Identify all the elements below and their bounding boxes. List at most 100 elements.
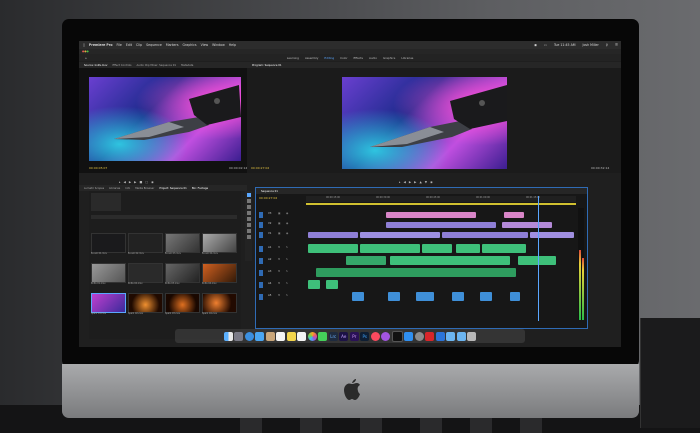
after-effects-icon[interactable]: Ae	[339, 331, 349, 341]
battery-icon[interactable]: ▭	[544, 43, 547, 47]
clip-thumbnail[interactable]	[128, 233, 163, 253]
eye-icon[interactable]: ◉	[286, 222, 288, 225]
step-forward-icon[interactable]: ▶	[134, 180, 136, 184]
tab-program[interactable]: Program: Sequence 01	[252, 64, 282, 67]
menu-markers[interactable]: Markers	[166, 43, 179, 47]
photoshop-icon[interactable]: Ps	[360, 331, 370, 341]
clip-thumbnail[interactable]	[165, 263, 200, 283]
tab-libraries[interactable]: Libraries	[109, 187, 120, 190]
track-select-tool-icon[interactable]	[246, 199, 251, 203]
audio-clip[interactable]	[456, 244, 480, 253]
eye-icon[interactable]: ◉	[286, 232, 288, 235]
export-frame-icon[interactable]: ◉	[430, 180, 433, 184]
clip-thumbnail[interactable]	[91, 233, 126, 253]
slip-tool-icon[interactable]	[246, 217, 251, 221]
workspace-learning[interactable]: Learning	[287, 56, 299, 60]
podcasts-icon[interactable]	[381, 331, 391, 341]
play-icon[interactable]: ▶	[129, 180, 131, 184]
audio-clip[interactable]	[308, 244, 358, 253]
audio-clip[interactable]	[360, 244, 420, 253]
video-clip[interactable]	[530, 232, 574, 238]
workspace-libraries[interactable]: Libraries	[401, 56, 413, 60]
tab-metadata[interactable]: Metadata	[181, 64, 193, 67]
menu-graphics[interactable]: Graphics	[183, 43, 197, 47]
step-back-icon[interactable]: ◀	[404, 180, 406, 184]
tab-effect-controls[interactable]: Effect Controls	[112, 64, 131, 67]
lightroom-classic-icon[interactable]: Lrc	[328, 331, 338, 341]
music-icon[interactable]	[370, 331, 380, 341]
menu-window[interactable]: Window	[212, 43, 225, 47]
video-clip[interactable]	[360, 232, 440, 238]
clip-thumbnail[interactable]	[128, 293, 163, 313]
clip-thumbnail[interactable]	[165, 233, 200, 253]
video-clip[interactable]	[502, 222, 552, 228]
insert-icon[interactable]: ■	[139, 180, 142, 184]
system-preferences-icon[interactable]	[414, 331, 424, 341]
app-store-icon[interactable]	[404, 331, 414, 341]
work-area-bar[interactable]	[306, 203, 576, 205]
audio-clip[interactable]	[518, 256, 556, 265]
video-clip[interactable]	[504, 212, 524, 218]
eye-icon[interactable]: ◉	[286, 212, 288, 215]
menu-help[interactable]: Help	[229, 43, 236, 47]
audio-clip[interactable]	[452, 292, 464, 301]
lock-icon[interactable]: ▣	[278, 222, 280, 225]
track-target-icon[interactable]	[259, 246, 263, 252]
clip-thumbnail[interactable]	[202, 293, 237, 313]
razor-tool-icon[interactable]	[246, 211, 251, 215]
workspace-effects[interactable]: Effects	[353, 56, 363, 60]
export-frame-icon[interactable]: ◉	[151, 180, 154, 184]
video-clip[interactable]	[308, 232, 358, 238]
video-clip[interactable]	[386, 212, 476, 218]
audio-clip[interactable]	[316, 268, 516, 277]
tv-icon[interactable]	[391, 330, 403, 342]
mark-in-icon[interactable]: ▸	[119, 180, 121, 184]
track-target-icon[interactable]	[259, 282, 263, 288]
source-video-frame[interactable]	[89, 77, 241, 161]
downloads-icon[interactable]	[456, 331, 466, 341]
audio-clip[interactable]	[326, 280, 338, 289]
solo-icon[interactable]: S	[286, 246, 288, 249]
track-target-icon[interactable]	[259, 294, 263, 300]
lock-icon[interactable]: ▣	[278, 212, 280, 215]
track-target-icon[interactable]	[259, 212, 263, 218]
apple-menu-icon[interactable]: 	[83, 43, 85, 47]
launchpad-icon[interactable]	[234, 331, 244, 341]
playhead[interactable]	[538, 196, 539, 321]
calendar-icon[interactable]	[276, 331, 286, 341]
mute-icon[interactable]: M	[278, 270, 280, 273]
menu-clip[interactable]: Clip	[136, 43, 142, 47]
tab-info[interactable]: Info	[125, 187, 130, 190]
video-clip[interactable]	[386, 222, 496, 228]
bin-search-input[interactable]	[91, 215, 237, 219]
mute-icon[interactable]: M	[278, 294, 280, 297]
lift-icon[interactable]: ▲	[419, 180, 421, 184]
audio-clip[interactable]	[390, 256, 510, 265]
menu-edit[interactable]: Edit	[126, 43, 132, 47]
audio-clip[interactable]	[352, 292, 364, 301]
trash-icon[interactable]	[467, 331, 477, 341]
clip-thumbnail-selected[interactable]	[91, 293, 126, 313]
audio-clip[interactable]	[416, 292, 434, 301]
menu-clock[interactable]: Tue 11:45 AM	[554, 43, 576, 47]
reminders-icon[interactable]	[297, 331, 307, 341]
tab-bin-footage[interactable]: Bin: Footage	[192, 187, 208, 190]
workspace-graphics[interactable]: Graphics	[383, 56, 395, 60]
menu-view[interactable]: View	[201, 43, 209, 47]
acrobat-icon[interactable]	[425, 331, 435, 341]
finder-icon[interactable]	[223, 331, 233, 341]
spotlight-icon[interactable]: ⚲	[606, 43, 608, 47]
tab-sequence[interactable]: Sequence 01	[261, 190, 278, 193]
keynote-icon[interactable]	[435, 331, 445, 341]
messages-icon[interactable]	[318, 331, 328, 341]
notes-icon[interactable]	[286, 331, 296, 341]
folder-icon[interactable]	[446, 331, 456, 341]
mute-icon[interactable]: M	[278, 282, 280, 285]
track-target-icon[interactable]	[259, 222, 263, 228]
ripple-edit-tool-icon[interactable]	[246, 205, 251, 209]
solo-icon[interactable]: S	[286, 258, 288, 261]
contacts-icon[interactable]	[265, 331, 275, 341]
premiere-pro-icon[interactable]: Pr	[349, 331, 359, 341]
pen-tool-icon[interactable]	[246, 223, 251, 227]
tab-media-browser[interactable]: Media Browser	[135, 187, 154, 190]
